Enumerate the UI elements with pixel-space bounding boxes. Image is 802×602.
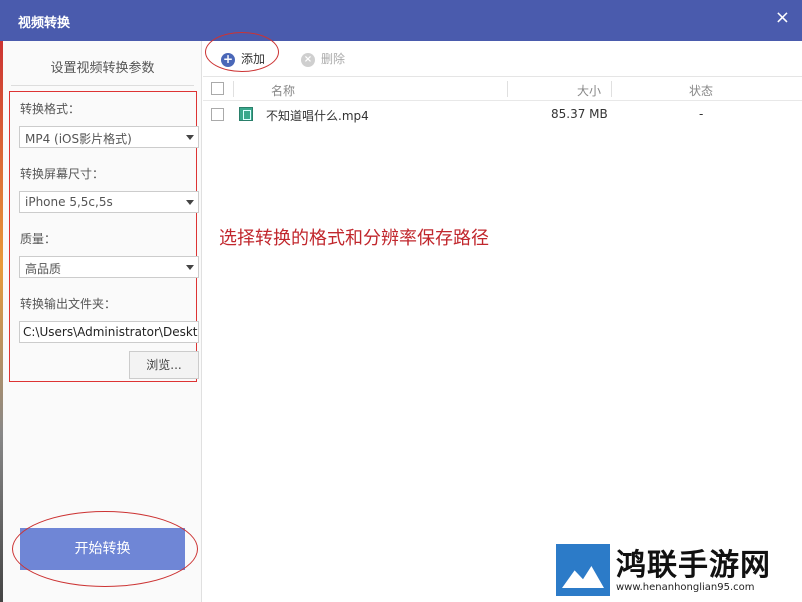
watermark-url: www.henanhonglian95.com	[616, 582, 755, 593]
column-status[interactable]: 状态	[689, 82, 713, 99]
x-circle-icon: ×	[301, 52, 315, 67]
chevron-down-icon	[186, 200, 194, 205]
select-all-checkbox[interactable]	[211, 82, 224, 95]
output-folder-label: 转换输出文件夹：	[20, 297, 117, 311]
chevron-down-icon	[186, 265, 194, 270]
column-size[interactable]: 大小	[577, 82, 601, 99]
column-divider	[507, 81, 508, 97]
toolbar: + 添加 × 删除	[203, 41, 802, 77]
format-label: 转换格式：	[20, 102, 81, 116]
sidebar-title: 设置视频转换参数	[50, 61, 155, 76]
quality-label: 质量：	[20, 232, 57, 246]
chevron-down-icon	[186, 135, 194, 140]
delete-button-label: 删除	[321, 52, 346, 66]
annotation-text: 选择转换的格式和分辨率保存路径	[219, 228, 489, 249]
settings-sidebar: 设置视频转换参数 转换格式： MP4 (iOS影片格式) 转换屏幕尺寸： iPh…	[3, 41, 202, 602]
table-row[interactable]: 不知道唱什么.mp4 85.37 MB -	[203, 101, 802, 129]
screen-size-label: 转换屏幕尺寸：	[20, 167, 105, 181]
screen-size-select[interactable]: iPhone 5,5c,5s	[19, 191, 199, 213]
watermark: 鸿联手游网 www.henanhonglian95.com	[556, 540, 796, 598]
column-divider	[611, 81, 612, 97]
plus-circle-icon: +	[221, 51, 235, 67]
file-status: -	[699, 107, 704, 121]
watermark-text: 鸿联手游网	[616, 548, 771, 583]
title-bar: 视频转换 ×	[0, 0, 802, 41]
screen-size-select-value: iPhone 5,5c,5s	[25, 195, 113, 209]
brand-logo-icon	[556, 544, 610, 596]
divider	[11, 85, 194, 86]
column-divider	[233, 81, 234, 97]
start-convert-button[interactable]: 开始转换	[20, 528, 185, 570]
file-table-header: 名称 大小 状态	[203, 77, 802, 101]
quality-select[interactable]: 高品质	[19, 256, 199, 278]
video-file-icon	[239, 107, 253, 121]
params-highlight-box: 转换格式： MP4 (iOS影片格式) 转换屏幕尺寸： iPhone 5,5c,…	[9, 91, 199, 382]
quality-select-value: 高品质	[25, 262, 62, 276]
format-select[interactable]: MP4 (iOS影片格式)	[19, 126, 199, 148]
add-button-label: 添加	[241, 52, 266, 66]
file-name: 不知道唱什么.mp4	[266, 109, 369, 123]
output-folder-field[interactable]: C:\Users\Administrator\Desktop	[19, 321, 199, 343]
format-select-value: MP4 (iOS影片格式)	[25, 132, 132, 146]
window-title: 视频转换	[18, 16, 71, 31]
file-size: 85.37 MB	[551, 107, 608, 121]
row-checkbox[interactable]	[211, 108, 224, 121]
close-icon[interactable]: ×	[775, 9, 790, 27]
column-name[interactable]: 名称	[271, 82, 295, 99]
add-button[interactable]: + 添加	[221, 50, 265, 67]
browse-button[interactable]: 浏览...	[129, 351, 199, 379]
delete-button[interactable]: × 删除	[301, 50, 345, 67]
